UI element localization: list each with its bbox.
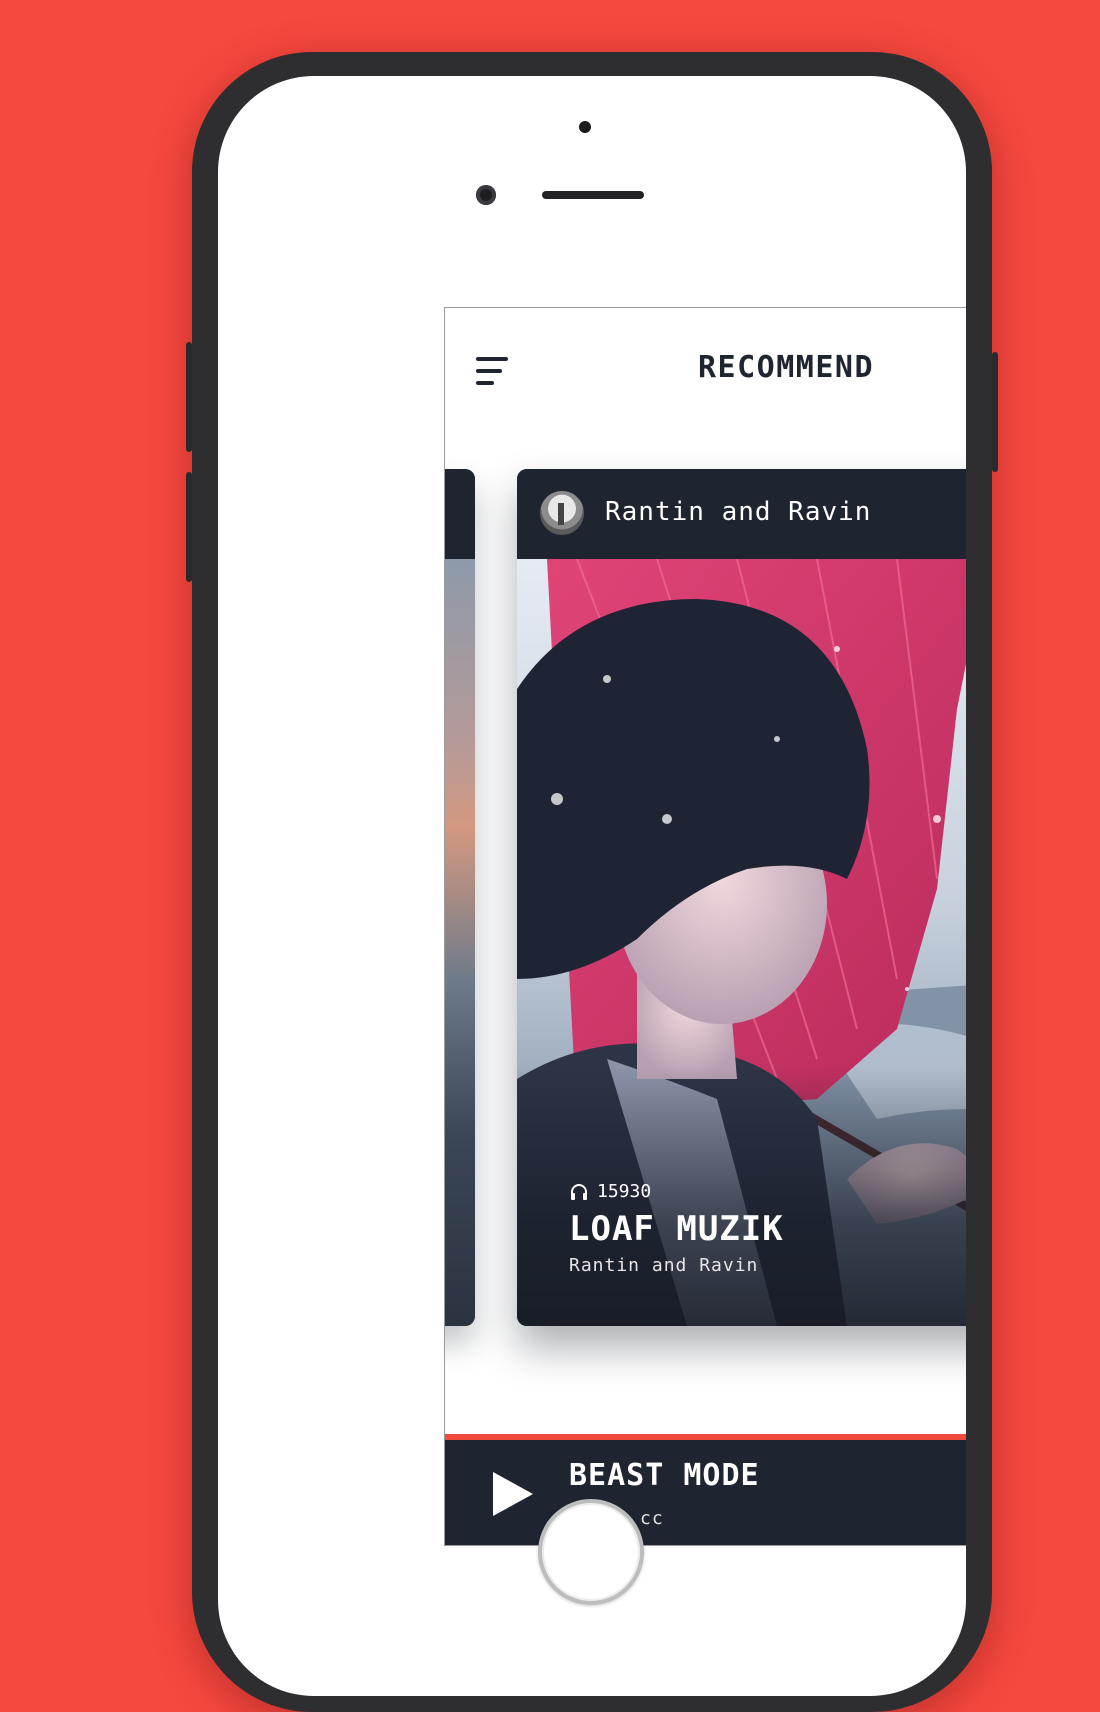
page-title: RECOMMEND bbox=[697, 350, 875, 385]
play-icon[interactable] bbox=[489, 1468, 537, 1520]
now-playing-title: BEAST MODE bbox=[569, 1458, 760, 1493]
play-count-value: 15930 bbox=[597, 1181, 652, 1202]
card-header: Rantin and Ravin bbox=[517, 469, 966, 559]
previous-card[interactable] bbox=[445, 469, 475, 1326]
top-bar: RECOMMEND bbox=[445, 308, 966, 428]
previous-card-artwork bbox=[445, 559, 475, 1326]
front-camera bbox=[476, 185, 496, 205]
volume-up-button bbox=[186, 342, 192, 452]
featured-card[interactable]: Rantin and Ravin 15930 LOAF MUZIK Rantin… bbox=[517, 469, 966, 1326]
volume-down-button bbox=[186, 472, 192, 582]
proximity-sensor bbox=[579, 121, 591, 133]
phone-face: RECOMMEND Rantin and Ravin 15930 LOAF MU… bbox=[218, 76, 966, 1696]
home-button[interactable] bbox=[538, 1499, 644, 1605]
power-button bbox=[992, 352, 998, 472]
earpiece-speaker bbox=[542, 191, 644, 199]
card-user-name[interactable]: Rantin and Ravin bbox=[605, 497, 871, 527]
headphones-icon bbox=[571, 1183, 587, 1200]
previous-card-header bbox=[445, 469, 475, 559]
song-title: LOAF MUZIK bbox=[569, 1209, 784, 1249]
avatar[interactable] bbox=[540, 491, 584, 535]
song-artist: Rantin and Ravin bbox=[569, 1255, 759, 1276]
play-count: 15930 bbox=[569, 1181, 651, 1202]
now-playing-bar[interactable]: BEAST MODE Peter cc bbox=[445, 1434, 966, 1545]
app-screen: RECOMMEND Rantin and Ravin 15930 LOAF MU… bbox=[444, 307, 966, 1546]
phone-frame: RECOMMEND Rantin and Ravin 15930 LOAF MU… bbox=[186, 52, 998, 1712]
